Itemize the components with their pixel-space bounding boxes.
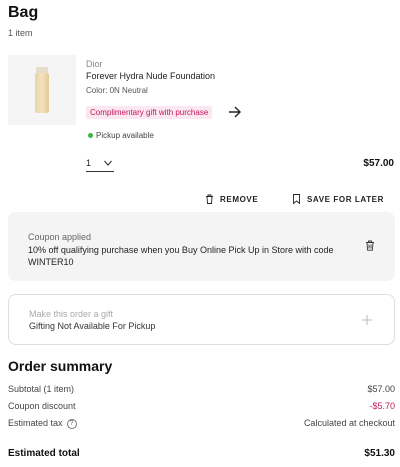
- save-for-later-label: SAVE FOR LATER: [307, 194, 384, 204]
- gift-option[interactable]: Make this order a gift Gifting Not Avail…: [8, 294, 395, 345]
- trash-icon[interactable]: [365, 240, 375, 251]
- subtotal-value: $57.00: [367, 384, 395, 394]
- pickup-label: Pickup available: [96, 131, 154, 140]
- item-count: 1 item: [8, 28, 33, 38]
- order-summary-title: Order summary: [8, 358, 113, 374]
- subtotal-label: Subtotal (1 item): [8, 384, 75, 394]
- quantity-select[interactable]: 1: [86, 158, 114, 172]
- plus-icon[interactable]: [362, 315, 372, 325]
- quantity-value: 1: [86, 158, 92, 168]
- remove-button[interactable]: REMOVE: [205, 194, 258, 204]
- estimated-tax-row: Estimated tax? Calculated at checkout: [8, 418, 395, 430]
- arrow-right-icon[interactable]: [228, 106, 242, 118]
- foundation-bottle-image: [35, 67, 49, 113]
- gift-option-subtext: Gifting Not Available For Pickup: [29, 321, 156, 331]
- estimated-total-row: Estimated total $51.30: [8, 448, 395, 460]
- product-color: Color: 0N Neutral: [86, 86, 148, 95]
- pickup-availability: Pickup available: [88, 131, 154, 140]
- save-for-later-button[interactable]: SAVE FOR LATER: [292, 194, 384, 204]
- product-brand: Dior: [86, 59, 103, 69]
- chevron-down-icon: [104, 160, 112, 166]
- coupon-discount-row: Coupon discount -$5.70: [8, 401, 395, 413]
- gift-with-purchase-badge[interactable]: Complimentary gift with purchase: [86, 106, 213, 119]
- coupon-label: Coupon applied: [28, 232, 92, 242]
- item-price: $57.00: [363, 158, 394, 169]
- remove-label: REMOVE: [220, 194, 259, 204]
- estimated-total-label: Estimated total: [8, 448, 80, 459]
- product-name[interactable]: Forever Hydra Nude Foundation: [86, 71, 215, 81]
- info-icon[interactable]: ?: [66, 418, 77, 429]
- estimated-tax-label: Estimated tax: [8, 418, 63, 428]
- trash-icon: [206, 194, 213, 204]
- coupon-description: 10% off qualifying purchase when you Buy…: [28, 245, 334, 267]
- gift-option-label: Make this order a gift: [29, 309, 114, 319]
- estimated-total-value: $51.30: [364, 448, 395, 459]
- coupon-discount-value: -$5.70: [369, 401, 395, 411]
- bookmark-icon: [293, 194, 300, 204]
- coupon-discount-label: Coupon discount: [8, 401, 76, 411]
- page-title: Bag: [8, 4, 39, 21]
- coupon-panel: Coupon applied 10% off qualifying purcha…: [8, 212, 395, 281]
- estimated-tax-value: Calculated at checkout: [303, 418, 395, 428]
- subtotal-row: Subtotal (1 item) $57.00: [8, 384, 395, 396]
- available-dot-icon: [88, 133, 93, 139]
- product-image[interactable]: [8, 55, 76, 125]
